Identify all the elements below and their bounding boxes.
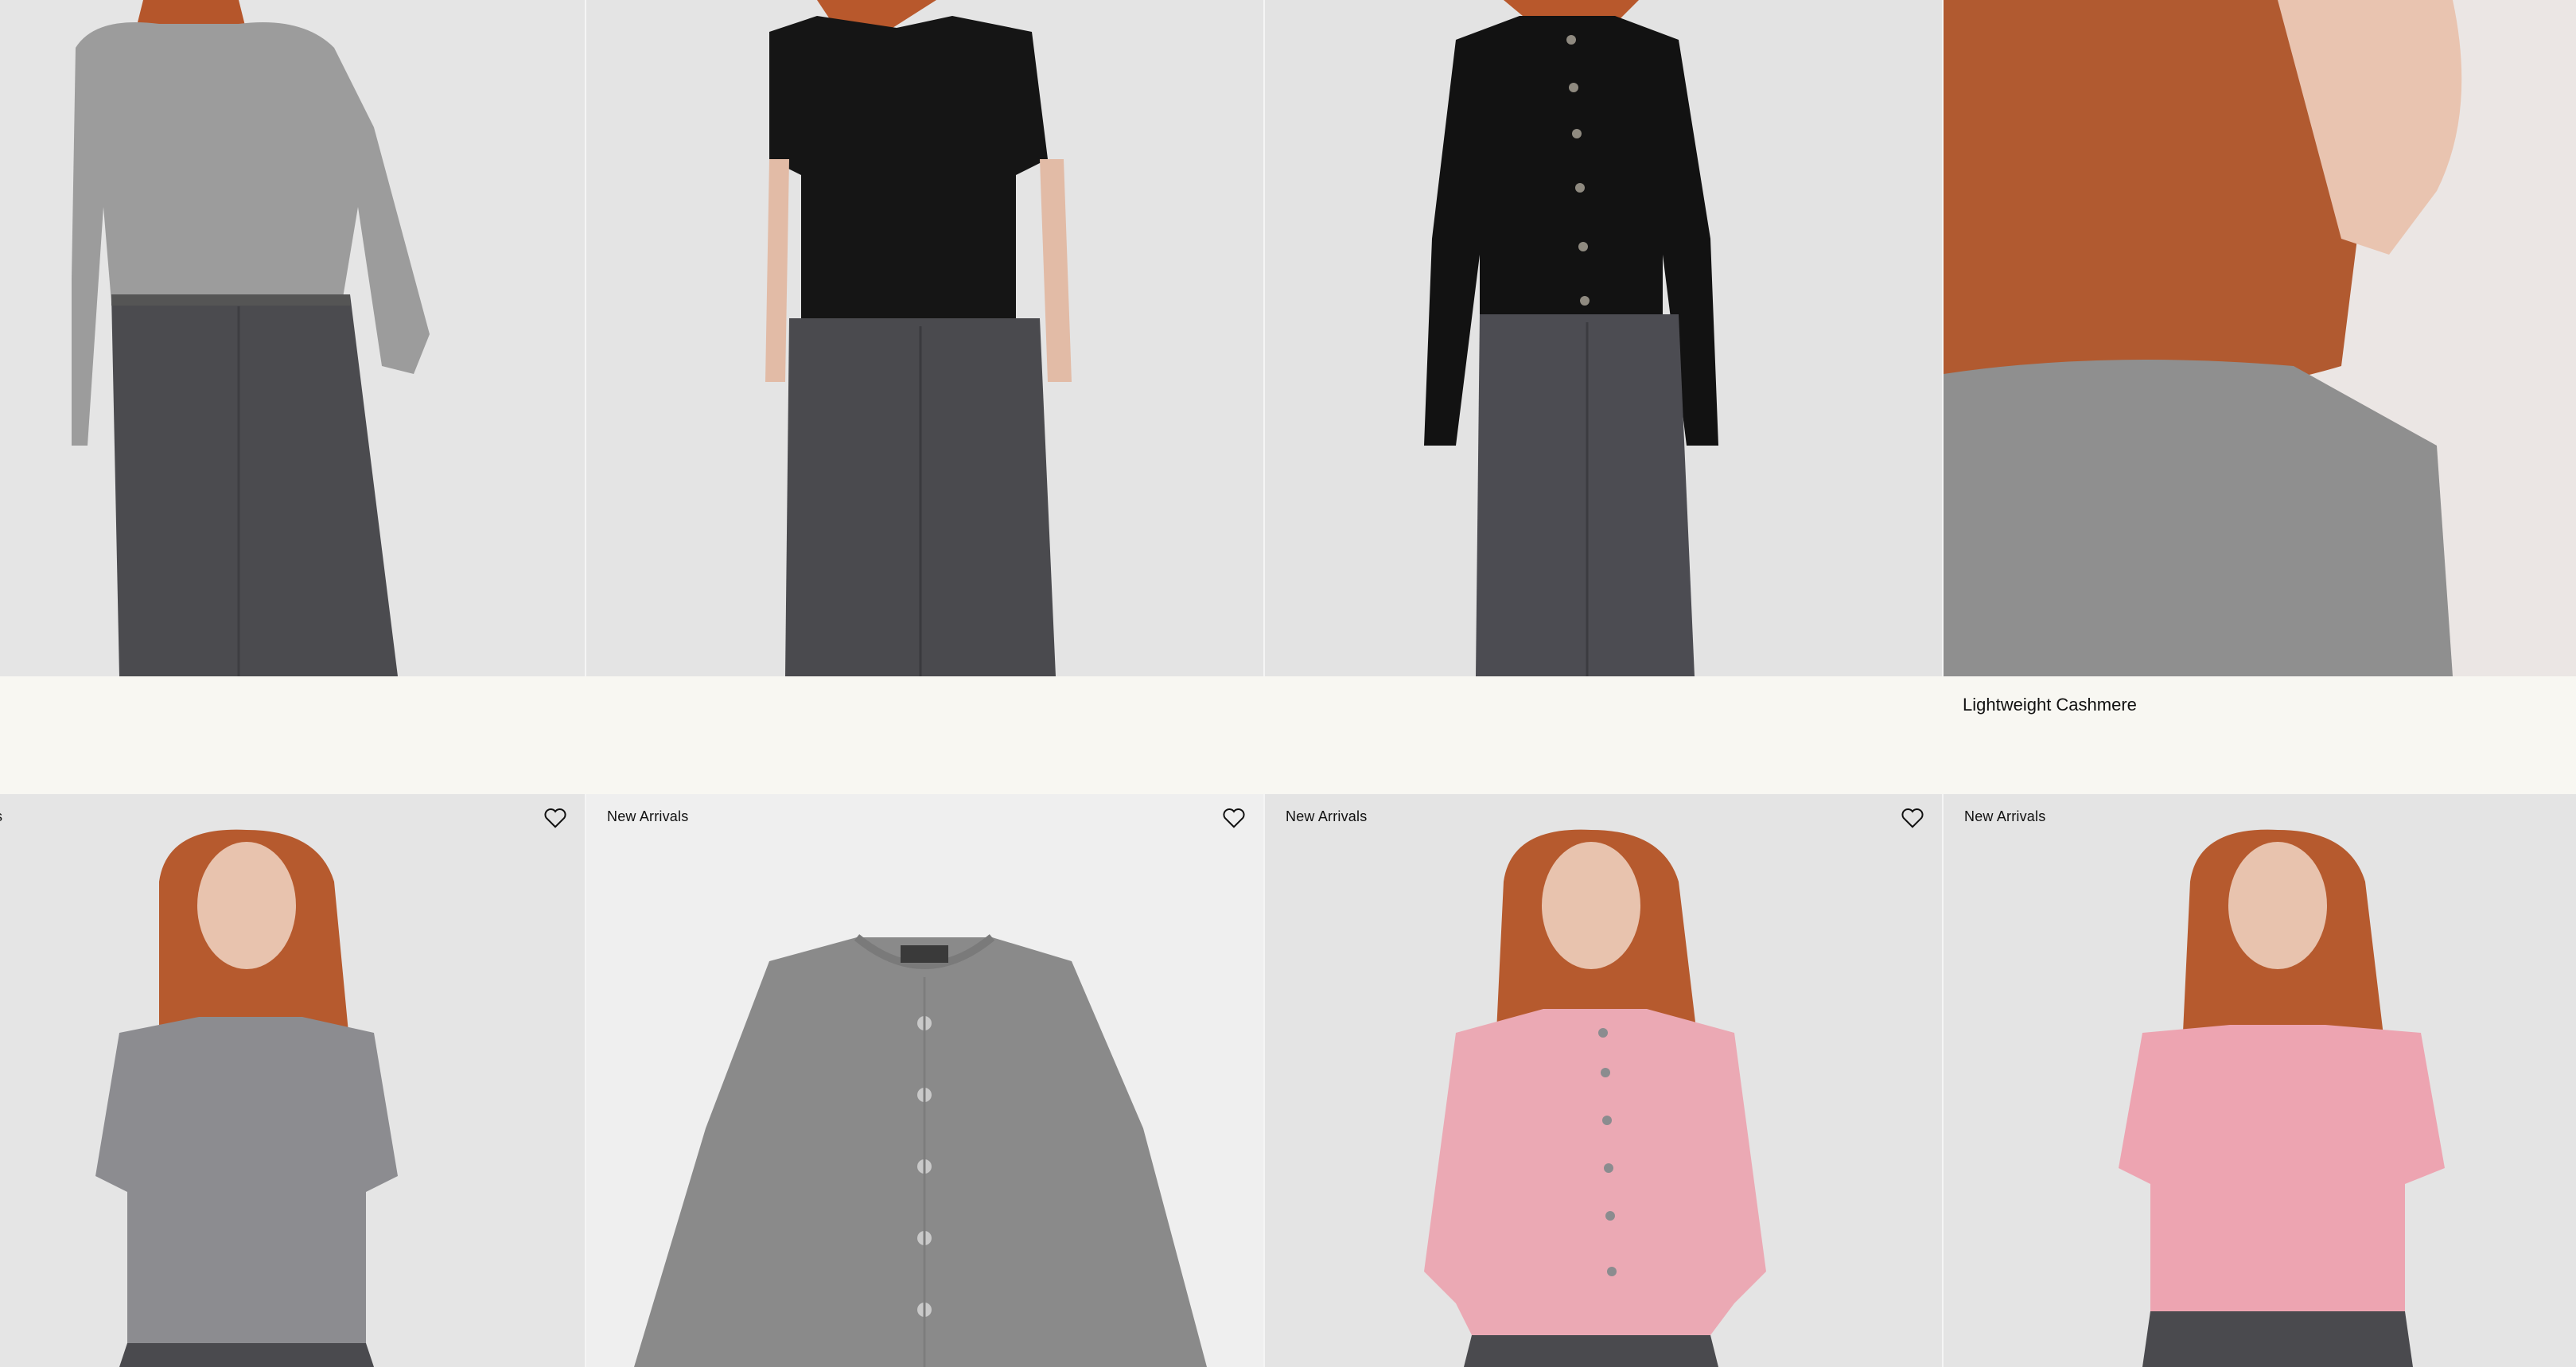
- product-image: [586, 794, 1263, 1367]
- product-image: [1265, 794, 1942, 1367]
- product-tile[interactable]: [0, 0, 586, 676]
- new-arrivals-badge: New Arrivals: [1964, 808, 2046, 824]
- product-image: [0, 794, 585, 1367]
- product-tile[interactable]: New Arrivals: [1265, 794, 1944, 1367]
- product-tile[interactable]: New Arrivals: [586, 794, 1265, 1367]
- product-grid-top-row: [0, 0, 2576, 676]
- heart-outline-icon[interactable]: [1901, 807, 1924, 829]
- new-arrivals-badge: s: [0, 808, 2, 825]
- new-arrivals-badge: New Arrivals: [607, 808, 689, 824]
- product-tile[interactable]: [586, 0, 1265, 676]
- feature-caption[interactable]: Lightweight Cashmere: [1963, 695, 2137, 715]
- heart-outline-icon[interactable]: [543, 807, 567, 829]
- product-image: [1265, 0, 1942, 676]
- product-tile[interactable]: [1265, 0, 1944, 676]
- product-tile[interactable]: New Arrivals: [1944, 794, 2576, 1367]
- product-grid-bottom-row: s New Arrivals: [0, 794, 2576, 1367]
- heart-outline-icon[interactable]: [1222, 807, 1246, 829]
- product-tile[interactable]: [1944, 0, 2576, 676]
- product-image: [1944, 0, 2576, 676]
- new-arrivals-badge: New Arrivals: [1286, 808, 1368, 824]
- product-image: [1944, 794, 2576, 1367]
- product-tile[interactable]: s: [0, 794, 586, 1367]
- caption-band: [0, 676, 2576, 794]
- product-image: [586, 0, 1263, 676]
- product-image: [0, 0, 585, 676]
